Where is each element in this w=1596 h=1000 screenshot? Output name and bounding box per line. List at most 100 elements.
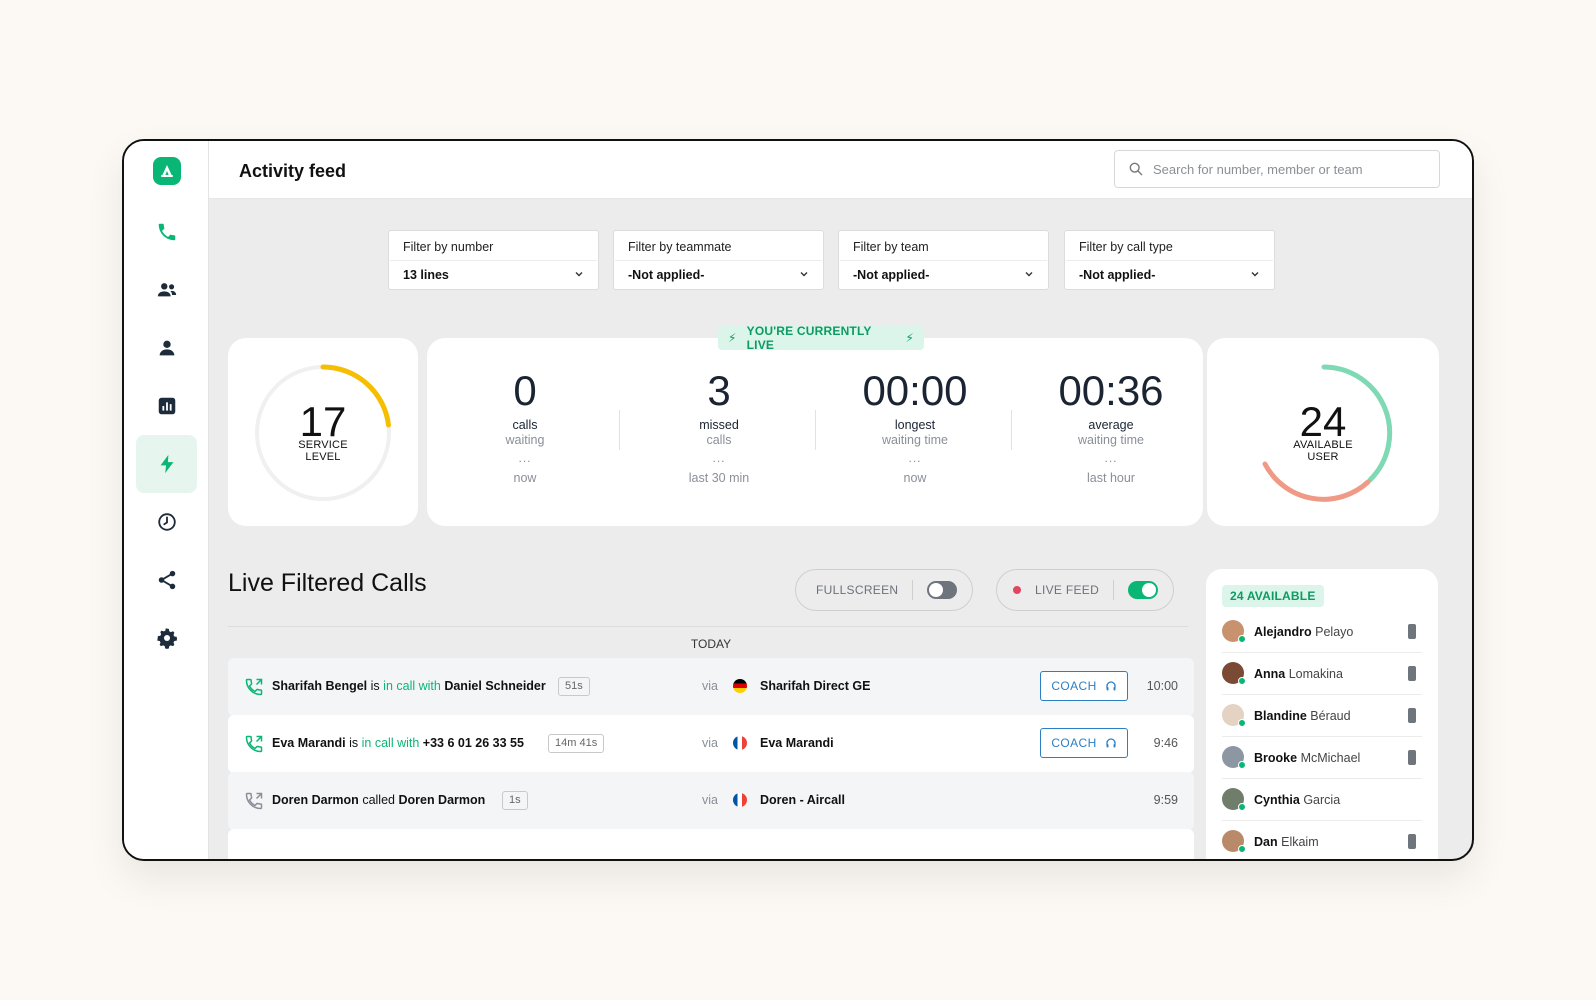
search-input[interactable]: Search for number, member or team bbox=[1114, 150, 1440, 188]
nav-calls[interactable] bbox=[136, 203, 197, 261]
user-list-item[interactable]: Anna Lomakina bbox=[1222, 653, 1422, 695]
avatar bbox=[1222, 788, 1246, 811]
online-status-icon bbox=[1238, 677, 1246, 685]
stat-period: last 30 min bbox=[688, 471, 750, 485]
live-dot-icon bbox=[1013, 586, 1021, 594]
call-duration-badge: 14m 41s bbox=[548, 734, 605, 753]
stat-label: longest bbox=[894, 418, 936, 432]
avatar bbox=[1222, 620, 1246, 643]
line-name: Eva Marandi bbox=[760, 736, 834, 750]
filter-team[interactable]: Filter by team -Not applied- bbox=[838, 230, 1049, 290]
nav-live[interactable] bbox=[136, 435, 197, 493]
filter-call-type[interactable]: Filter by call type -Not applied- bbox=[1064, 230, 1275, 290]
coach-button[interactable]: COACH bbox=[1040, 728, 1128, 758]
call-status: in call with bbox=[361, 736, 420, 750]
history-icon bbox=[157, 513, 176, 531]
coach-button[interactable]: COACH bbox=[1040, 671, 1128, 701]
filter-number[interactable]: Filter by number 13 lines bbox=[388, 230, 599, 290]
analytics-icon bbox=[158, 397, 175, 415]
stat-dots: ... bbox=[712, 451, 726, 465]
stat-missed-calls: 3 missed calls ... last 30 min bbox=[621, 366, 817, 485]
nav-user[interactable] bbox=[136, 319, 197, 377]
live-feed-switch[interactable] bbox=[1128, 581, 1159, 599]
chevron-down-icon bbox=[1025, 272, 1033, 277]
aircall-logo-icon[interactable] bbox=[153, 157, 181, 185]
live-bolt-icon bbox=[160, 454, 173, 474]
online-status-icon bbox=[1238, 719, 1246, 727]
call-row[interactable]: Sharifah Bengel is in call with Daniel S… bbox=[228, 658, 1194, 716]
user-list-item[interactable]: Dan Elkaim bbox=[1222, 821, 1422, 859]
user-list-item[interactable]: Cynthia Garcia bbox=[1222, 779, 1422, 821]
live-status-badge: ⚡ YOU'RE CURRENTLY LIVE ⚡ bbox=[718, 324, 924, 352]
user-name: Dan Elkaim bbox=[1254, 835, 1319, 849]
live-stats-card: 0 calls waiting ... now 3 missed calls .… bbox=[427, 338, 1203, 526]
live-feed-toggle[interactable]: LIVE FEED bbox=[996, 569, 1174, 611]
user-list-item[interactable]: Blandine Béraud bbox=[1222, 695, 1422, 737]
france-flag-icon bbox=[733, 736, 747, 750]
filter-value: -Not applied- bbox=[853, 268, 930, 282]
stat-sublabel: waiting time bbox=[882, 433, 948, 447]
nav-integrations[interactable] bbox=[136, 551, 197, 609]
line-name: Doren - Aircall bbox=[760, 793, 845, 807]
chevron-down-icon bbox=[800, 272, 808, 277]
stat-value: 3 bbox=[707, 367, 731, 414]
online-status-icon bbox=[1238, 803, 1246, 811]
section-title: Live Filtered Calls bbox=[228, 569, 427, 597]
app-window: Activity feed Search for number, member … bbox=[122, 139, 1474, 861]
stat-calls-waiting: 0 calls waiting ... now bbox=[427, 366, 623, 485]
avatar bbox=[1222, 830, 1246, 853]
team-icon bbox=[157, 283, 176, 297]
user-list-item[interactable]: Alejandro Pelayo bbox=[1222, 611, 1422, 653]
stat-average-waiting: 00:36 average waiting time ... last hour bbox=[1013, 366, 1209, 485]
filter-teammate[interactable]: Filter by teammate -Not applied- bbox=[613, 230, 824, 290]
call-verb: is bbox=[349, 736, 359, 750]
available-users-card: 24 AVAILABLE USER bbox=[1207, 338, 1439, 526]
stat-sublabel: waiting time bbox=[1078, 433, 1144, 447]
user-name: Alejandro Pelayo bbox=[1254, 625, 1354, 639]
user-name: Anna Lomakina bbox=[1254, 667, 1343, 681]
bolt-icon: ⚡ bbox=[728, 331, 737, 345]
caller-name: Sharifah Bengel bbox=[272, 679, 368, 693]
caller-name: Eva Marandi bbox=[272, 736, 346, 750]
nav-analytics[interactable] bbox=[136, 377, 197, 435]
filter-label: Filter by number bbox=[403, 240, 494, 254]
fullscreen-switch[interactable] bbox=[927, 581, 958, 599]
callee-name: +33 6 01 26 33 55 bbox=[422, 736, 524, 750]
call-time: 9:46 bbox=[1153, 736, 1178, 750]
service-level-card: 17 SERVICE LEVEL bbox=[228, 338, 418, 526]
nav-settings[interactable] bbox=[136, 609, 197, 667]
call-description: Eva Marandi is in call with +33 6 01 26 … bbox=[272, 736, 524, 750]
stat-dots: ... bbox=[1104, 451, 1118, 465]
stat-sublabel: calls bbox=[706, 433, 732, 447]
user-list-item[interactable]: Brooke McMichael bbox=[1222, 737, 1422, 779]
france-flag-icon bbox=[733, 793, 747, 807]
call-row[interactable]: Eva Marandi is in call with +33 6 01 26 … bbox=[228, 715, 1194, 773]
bolt-icon: ⚡ bbox=[905, 331, 914, 345]
filter-label: Filter by call type bbox=[1079, 240, 1173, 254]
fullscreen-toggle[interactable]: FULLSCREEN bbox=[795, 569, 973, 611]
phone-device-icon bbox=[1408, 708, 1416, 723]
line-name: Sharifah Direct GE bbox=[760, 679, 871, 693]
filter-value: -Not applied- bbox=[1079, 268, 1156, 282]
online-status-icon bbox=[1238, 845, 1246, 853]
stat-period: now bbox=[513, 471, 537, 485]
user-name: Brooke McMichael bbox=[1254, 751, 1361, 765]
coach-label: COACH bbox=[1051, 679, 1097, 693]
phone-icon bbox=[158, 223, 175, 241]
call-row[interactable]: Doren Darmon called Doren Darmon 1s via … bbox=[228, 772, 1194, 830]
call-duration-badge: 1s bbox=[502, 791, 528, 810]
ended-call-icon bbox=[245, 792, 263, 810]
service-level-label: LEVEL bbox=[305, 451, 341, 463]
nav-team[interactable] bbox=[136, 261, 197, 319]
nav-history[interactable] bbox=[136, 493, 197, 551]
headset-icon bbox=[1106, 681, 1116, 691]
via-label: via bbox=[702, 736, 718, 750]
available-users-label: AVAILABLE bbox=[1293, 439, 1353, 451]
stat-longest-waiting: 00:00 longest waiting time ... now bbox=[817, 366, 1013, 485]
filter-label: Filter by teammate bbox=[628, 240, 732, 254]
chevron-down-icon bbox=[575, 272, 583, 277]
online-status-icon bbox=[1238, 761, 1246, 769]
filter-value: -Not applied- bbox=[628, 268, 705, 282]
settings-icon bbox=[156, 628, 177, 649]
call-row[interactable] bbox=[228, 829, 1194, 859]
